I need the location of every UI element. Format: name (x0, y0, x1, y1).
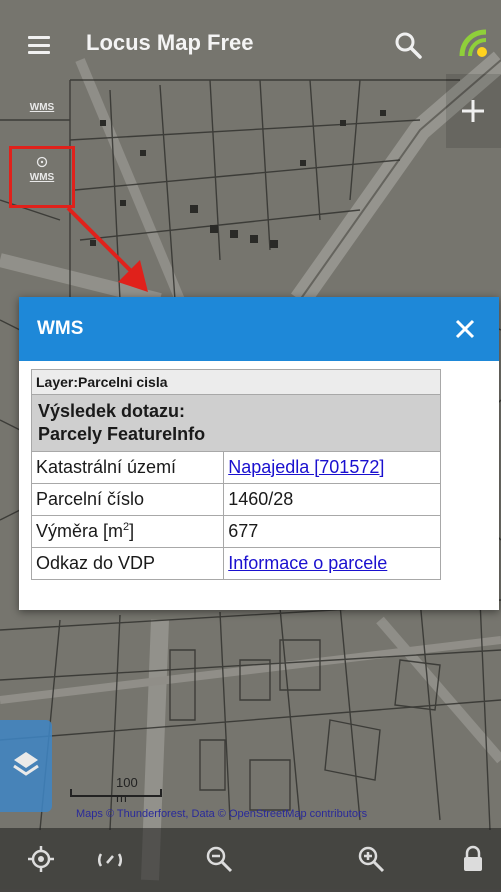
lock-icon[interactable] (458, 844, 488, 874)
row-value: 677 (223, 515, 441, 548)
bottom-toolbar (0, 828, 501, 892)
row-label: Odkaz do VDP (30, 547, 225, 580)
map-attribution[interactable]: Maps © Thunderforest, Data © OpenStreetM… (76, 808, 367, 820)
result-heading-line2: Parcely FeatureInfo (38, 424, 206, 444)
layers-button[interactable] (0, 720, 52, 812)
layers-icon (13, 752, 39, 776)
row-label: Parcelní číslo (30, 483, 225, 516)
rotate-icon[interactable] (95, 844, 125, 874)
annotation-arrow (66, 206, 148, 292)
row-label-base: Výměra [m (36, 521, 124, 541)
app-title: Locus Map Free (86, 30, 254, 55)
scale-bar (70, 789, 162, 797)
zoom-in-button[interactable] (446, 74, 501, 148)
row-label: Katastrální území (30, 451, 225, 484)
dialog-header: WMS (19, 297, 499, 361)
feature-info-table: Layer:Parcelni cisla Výsledek dotazu: Pa… (30, 369, 441, 580)
location-icon[interactable] (26, 844, 56, 874)
row-label: Výměra [m2] (30, 515, 225, 548)
gps-icon[interactable] (456, 26, 492, 62)
cadastral-area-link[interactable]: Napajedla [701572] (228, 457, 384, 477)
layer-label: Layer:Parcelni cisla (31, 369, 441, 395)
close-icon[interactable] (452, 316, 478, 342)
wms-button-label: WMS (29, 102, 55, 113)
dialog-title: WMS (37, 318, 84, 339)
highlight-box (9, 146, 75, 208)
result-heading: Výsledek dotazu: Parcely FeatureInfo (31, 394, 441, 452)
table-row: Výměra [m2] 677 (30, 515, 441, 548)
row-label-end: ] (129, 521, 135, 541)
wms-info-button[interactable]: WMS (16, 88, 68, 140)
row-value: 1460/28 (223, 483, 441, 516)
plus-icon (462, 100, 484, 122)
table-row: Odkaz do VDP Informace o parcele (30, 547, 441, 580)
zoom-in-icon[interactable] (356, 844, 386, 874)
wms-info-dialog: WMS Layer:Parcelni cisla Výsledek dotazu… (19, 297, 499, 610)
table-row: Parcelní číslo 1460/28 (30, 483, 441, 516)
parcel-info-link[interactable]: Informace o parcele (228, 553, 387, 573)
result-heading-line1: Výsledek dotazu: (38, 401, 186, 421)
table-row: Katastrální území Napajedla [701572] (30, 451, 441, 484)
row-value-cell: Informace o parcele (223, 547, 441, 580)
search-icon[interactable] (393, 30, 423, 60)
top-app-bar: Locus Map Free (0, 0, 501, 90)
zoom-out-icon[interactable] (204, 844, 234, 874)
menu-icon[interactable] (28, 36, 50, 54)
row-value-cell: Napajedla [701572] (223, 451, 441, 484)
